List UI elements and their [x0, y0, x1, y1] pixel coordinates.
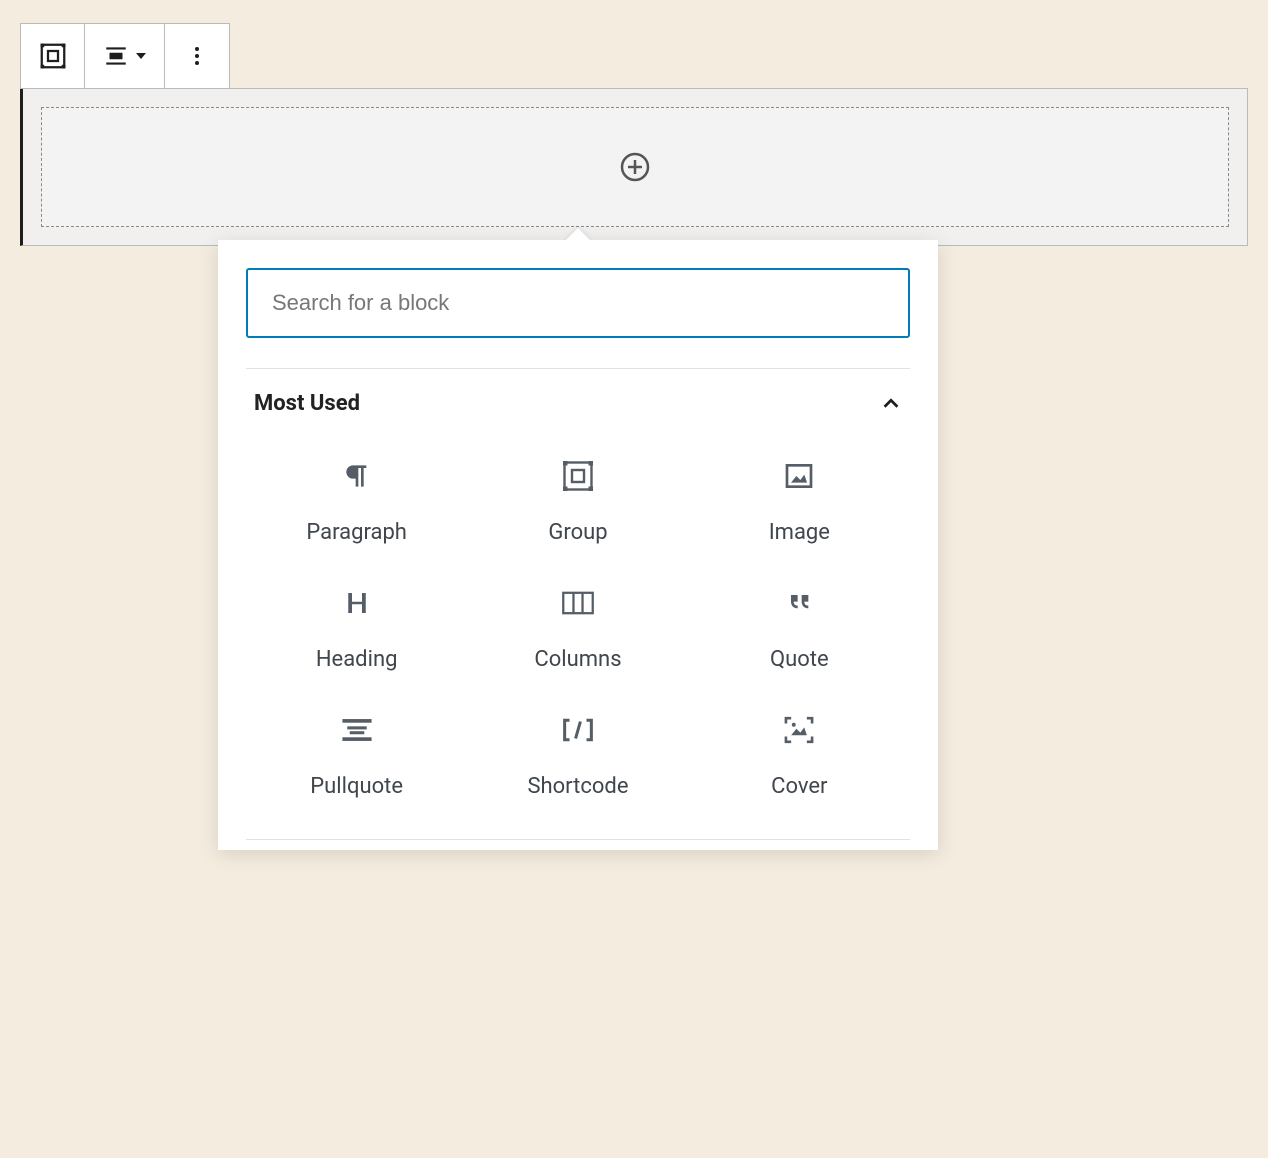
- heading-icon: [339, 585, 375, 621]
- shortcode-icon: [560, 712, 596, 748]
- block-heading[interactable]: Heading: [256, 585, 457, 672]
- block-label: Cover: [771, 774, 827, 799]
- columns-icon: [560, 585, 596, 621]
- add-block-appender[interactable]: [41, 107, 1229, 227]
- search-input[interactable]: [246, 268, 910, 338]
- block-pullquote[interactable]: Pullquote: [256, 712, 457, 799]
- section-title: Most Used: [254, 391, 360, 416]
- section-header[interactable]: Most Used: [246, 369, 910, 438]
- block-label: Pullquote: [310, 774, 403, 799]
- quote-icon: [781, 585, 817, 621]
- block-image[interactable]: Image: [699, 458, 900, 545]
- chevron-down-icon: [135, 50, 147, 62]
- block-columns[interactable]: Columns: [477, 585, 678, 672]
- block-label: Image: [769, 520, 830, 545]
- image-icon: [781, 458, 817, 494]
- block-label: Quote: [770, 647, 829, 672]
- block-label: Paragraph: [306, 520, 407, 545]
- block-group[interactable]: Group: [477, 458, 678, 545]
- group-icon: [560, 458, 596, 494]
- paragraph-icon: [339, 458, 375, 494]
- block-toolbar: [20, 23, 230, 89]
- group-icon: [38, 41, 68, 71]
- block-type-button[interactable]: [21, 24, 85, 88]
- blocks-grid: Paragraph Group: [246, 438, 910, 809]
- selected-block-container: [20, 88, 1248, 246]
- block-shortcode[interactable]: Shortcode: [477, 712, 678, 799]
- cover-icon: [781, 712, 817, 748]
- block-cover[interactable]: Cover: [699, 712, 900, 799]
- block-label: Shortcode: [527, 774, 628, 799]
- block-quote[interactable]: Quote: [699, 585, 900, 672]
- block-label: Columns: [534, 647, 621, 672]
- plus-circle-icon: [619, 151, 651, 183]
- align-icon: [103, 43, 129, 69]
- pullquote-icon: [339, 712, 375, 748]
- block-label: Heading: [316, 647, 398, 672]
- more-options-button[interactable]: [165, 24, 229, 88]
- block-inserter-popover: Most Used Paragraph: [218, 240, 938, 850]
- more-vertical-icon: [185, 44, 209, 68]
- block-label: Group: [548, 520, 607, 545]
- chevron-up-icon: [880, 393, 902, 415]
- block-paragraph[interactable]: Paragraph: [256, 458, 457, 545]
- align-button[interactable]: [85, 24, 165, 88]
- most-used-section: Most Used Paragraph: [246, 368, 910, 840]
